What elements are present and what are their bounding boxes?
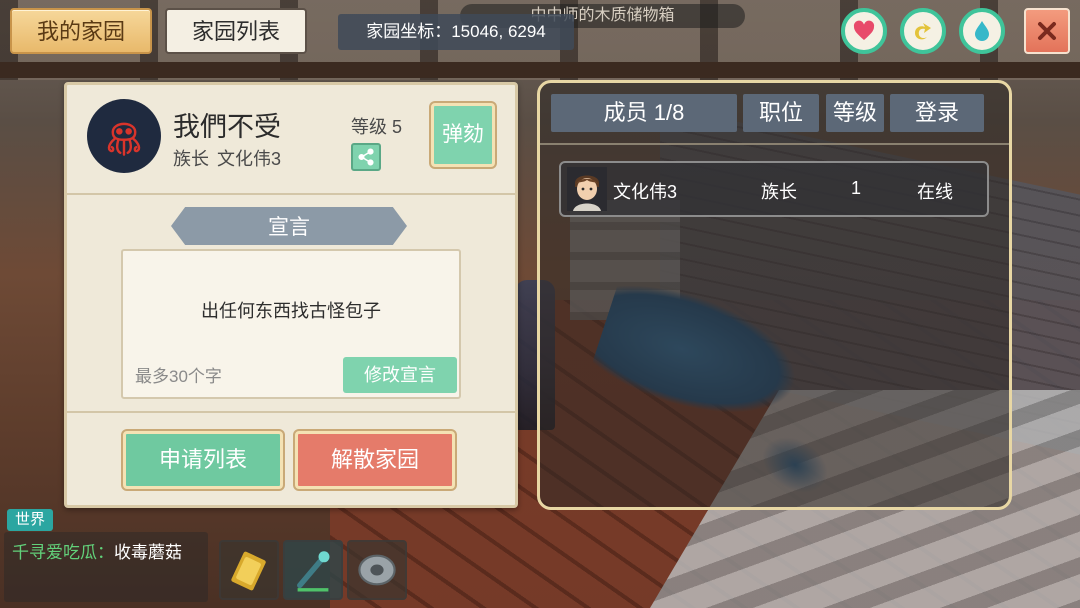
level-column-header[interactable]: 等级 (826, 94, 884, 132)
heart-icon (853, 20, 875, 40)
impeach-button[interactable]: 弹劾 (431, 103, 495, 167)
member-avatar (567, 167, 607, 211)
members-count-header: 成员 1/8 (551, 94, 737, 132)
member-name: 文化伟3 (613, 182, 678, 202)
table-row[interactable]: 文化伟3 族长 1 在线 (559, 161, 989, 217)
octopus-icon (107, 122, 141, 156)
chat-channel-tag[interactable]: 世界 (7, 509, 53, 531)
chat-username[interactable]: 千寻爱吃瓜 (12, 543, 97, 562)
gold-bar-icon (231, 551, 266, 591)
position-column-header[interactable]: 职位 (743, 94, 819, 132)
home-coordinates: 家园坐标：15046, 6294 (338, 14, 574, 50)
declaration-title-banner: 宣言 (171, 207, 407, 245)
chat-separator: ： (97, 543, 114, 562)
health-button[interactable] (841, 8, 887, 54)
apply-list-button[interactable]: 申请列表 (123, 431, 283, 489)
water-drop-icon (975, 21, 989, 41)
hotbar-slot-1[interactable] (219, 540, 279, 600)
share-button[interactable] (351, 143, 381, 171)
close-button[interactable] (1024, 8, 1070, 54)
leader-name: 文化伟3 (217, 149, 282, 169)
stamina-icon (915, 23, 931, 40)
divider (67, 193, 515, 195)
staff-icon (297, 551, 330, 592)
declaration-box: 出任何东西找古怪包子 最多30个字 修改宣言 (121, 249, 461, 399)
stamina-button[interactable] (900, 8, 946, 54)
hotbar-slot-2[interactable] (283, 540, 343, 600)
family-level: 等级 5 (351, 117, 403, 137)
hotbar-slot-3[interactable] (347, 540, 407, 600)
close-icon (1038, 22, 1056, 40)
shield-disc-icon (358, 554, 396, 586)
member-login-status: 在线 (917, 182, 953, 202)
login-column-header[interactable]: 登录 (890, 94, 984, 132)
chat-message-text: 收毒蘑菇 (114, 543, 182, 562)
member-level: 1 (851, 178, 862, 198)
tab-my-home[interactable]: 我的家园 (10, 8, 152, 54)
divider (67, 411, 515, 413)
water-button[interactable] (959, 8, 1005, 54)
divider (540, 143, 1009, 145)
edit-declaration-button[interactable]: 修改宣言 (343, 357, 457, 393)
declaration-text: 出任何东西找古怪包子 (201, 301, 381, 321)
chat-message: 千寻爱吃瓜：收毒蘑菇 (12, 538, 182, 563)
family-emblem (87, 99, 161, 173)
declaration-title: 宣言 (268, 216, 310, 239)
wooden-beam (0, 62, 1080, 78)
leader-title: 族长 (173, 149, 209, 169)
member-position: 族长 (761, 182, 797, 202)
leader-info: 族长 文化伟3 (173, 145, 281, 171)
declaration-char-limit: 最多30个字 (135, 367, 222, 386)
disband-home-button[interactable]: 解散家园 (295, 431, 455, 489)
members-panel: 成员 1/8 职位 等级 登录 文化伟3 族长 1 在线 (537, 80, 1012, 510)
share-icon (358, 148, 374, 166)
tab-home-list[interactable]: 家园列表 (165, 8, 307, 54)
family-name: 我們不受 (173, 112, 281, 142)
family-info-card: 我們不受 族长 文化伟3 等级 5 弹劾 宣言 出任何东西找古怪包子 最多30个字… (64, 82, 518, 508)
